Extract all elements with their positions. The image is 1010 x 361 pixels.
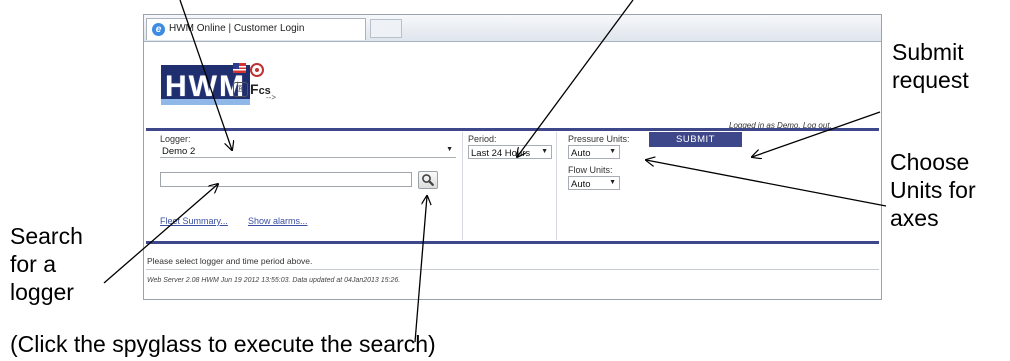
arrow-to-logger-select (179, 0, 232, 150)
annotation-text: logger (10, 279, 74, 305)
arrow-to-submit-button (752, 111, 881, 157)
annotation-text: request (892, 67, 969, 93)
arrow-to-period-select (517, 0, 634, 157)
callout-arrows (103, 0, 887, 343)
arrow-to-search-input (103, 184, 218, 284)
annotation-text: Units for (890, 177, 976, 203)
arrow-to-units-select (646, 160, 887, 207)
annotation-text: Submit (892, 39, 964, 65)
annotation-search: Search for a logger (10, 222, 83, 306)
annotation-spyglass: (Click the spyglass to execute the searc… (10, 331, 436, 357)
annotation-text: axes (890, 205, 939, 231)
annotation-submit: Submit request (892, 38, 969, 94)
annotation-text: Search (10, 223, 83, 249)
annotation-text: Choose (890, 149, 970, 175)
arrow-to-search-button (414, 196, 427, 343)
annotation-units: Choose Units for axes (890, 148, 976, 232)
annotation-text: for a (10, 251, 57, 277)
